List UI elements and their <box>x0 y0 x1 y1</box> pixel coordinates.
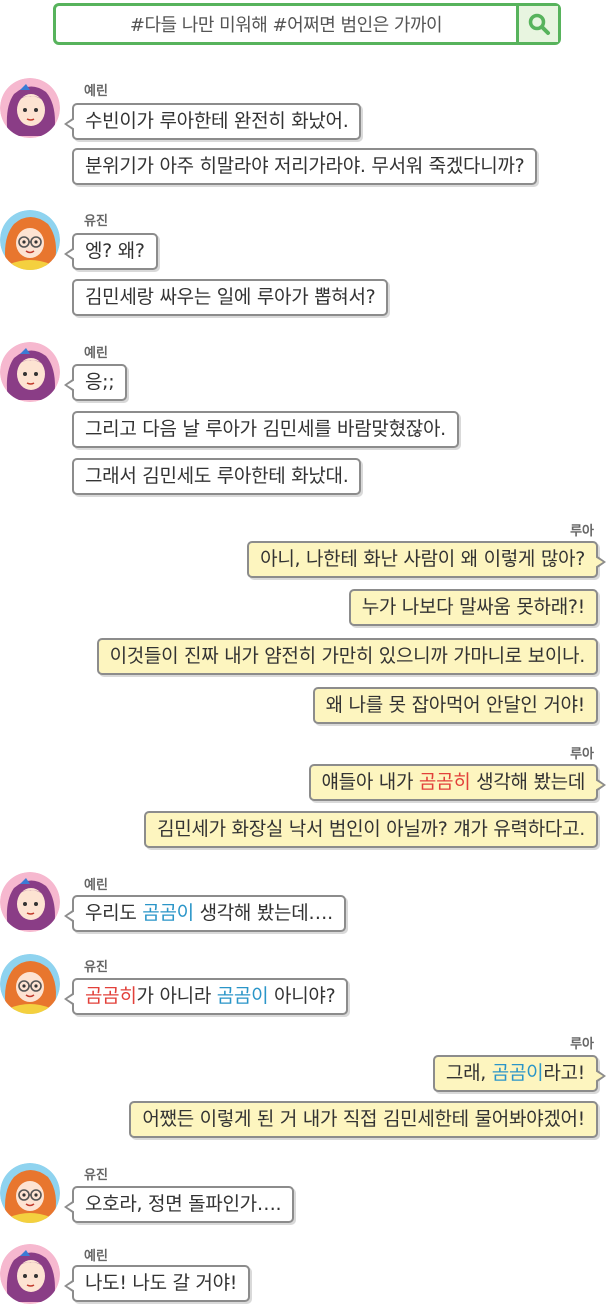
yerin-avatar[interactable] <box>0 78 60 138</box>
yujin-avatar[interactable] <box>0 210 60 270</box>
message-bubble: 김민세랑 싸우는 일에 루아가 뽑혀서? <box>72 279 389 316</box>
yerin-avatar[interactable] <box>0 872 60 932</box>
message-text: 아니야? <box>268 985 336 1007</box>
message-text: 이것들이 진짜 내가 얌전히 가만히 있으니까 가마니로 보이나. <box>109 645 586 667</box>
message-bubble: 엥? 왜? <box>64 233 158 270</box>
message-bubble: 수빈이가 루아한테 완전히 화났어. <box>63 103 362 140</box>
message-bubble: 우리도 곰곰이 생각해 봤는데…. <box>64 895 346 932</box>
message-bubble: 분위기가 아주 히말라야 저리가라야. 무서워 죽겠다니까? <box>72 148 538 185</box>
message-text: 오호라, 정면 돌파인가…. <box>85 1193 282 1215</box>
sender-name-yujin: 유진 <box>84 214 108 229</box>
message-text: 엥? 왜? <box>85 240 145 262</box>
message-text: 어쨌든 이렇게 된 거 내가 직접 김민세한테 물어봐야겠어! <box>142 1108 585 1130</box>
message-bubble: 오호라, 정면 돌파인가…. <box>63 1186 295 1223</box>
message-text: 분위기가 아주 히말라야 저리가라야. 무서워 죽겠다니까? <box>85 155 525 177</box>
message-text: 김민세가 화장실 낙서 범인이 아닐까? 걔가 유력하다고. <box>157 818 585 840</box>
highlight-word-wrong: 곰곰히 <box>418 771 471 793</box>
message-bubble: 이것들이 진짜 내가 얌전히 가만히 있으니까 가마니로 보이나. <box>96 638 598 675</box>
message-text: 라고! <box>543 1062 585 1084</box>
message-text: 그리고 다음 날 루아가 김민세를 바람맞혔잖아. <box>85 418 446 440</box>
message-text: 누가 나보다 말싸움 못하래?! <box>361 596 586 618</box>
message-bubble: 그리고 다음 날 루아가 김민세를 바람맞혔잖아. <box>72 411 459 448</box>
message-bubble: 김민세가 화장실 낙서 범인이 아닐까? 걔가 유력하다고. <box>144 811 598 848</box>
search-bar[interactable]: #다들 나만 미워해 #어쩌면 범인은 가까이 <box>53 3 561 45</box>
message-text: 우리도 <box>85 902 143 924</box>
yujin-avatar[interactable] <box>0 1163 60 1223</box>
message-bubble: 아니, 나한테 화난 사람이 왜 이렇게 많아? <box>247 541 606 578</box>
sender-name-rua: 루아 <box>570 747 594 762</box>
sender-name-yerin: 예린 <box>84 346 108 361</box>
search-input[interactable]: #다들 나만 미워해 #어쩌면 범인은 가까이 <box>56 11 516 37</box>
message-bubble: 응;; <box>63 364 128 401</box>
message-bubble: 나도! 나도 갈 거야! <box>63 1265 251 1302</box>
sender-name-rua: 루아 <box>570 524 594 539</box>
yujin-avatar[interactable] <box>0 954 60 1014</box>
message-text: 응;; <box>85 371 115 393</box>
message-text: 생각해 봤는데…. <box>193 902 334 924</box>
sender-name-yujin: 유진 <box>84 960 108 975</box>
sender-name-yerin: 예린 <box>84 878 108 893</box>
message-text: 얘들아 내가 <box>321 771 419 793</box>
message-bubble: 그래서 김민세도 루아한테 화났대. <box>72 458 362 495</box>
message-text: 수빈이가 루아한테 완전히 화났어. <box>85 110 349 132</box>
message-text: 그래, <box>445 1062 492 1084</box>
message-bubble: 어쨌든 이렇게 된 거 내가 직접 김민세한테 물어봐야겠어! <box>129 1101 598 1138</box>
message-text: 가 아니라 <box>136 985 217 1007</box>
message-text: 생각해 봤는데 <box>470 771 585 793</box>
message-text: 그래서 김민세도 루아한테 화났대. <box>85 465 349 487</box>
highlight-word-correct: 곰곰이 <box>142 902 194 924</box>
message-bubble: 그래, 곰곰이라고! <box>432 1055 607 1092</box>
search-icon <box>528 13 550 35</box>
sender-name-yerin: 예린 <box>84 1249 108 1264</box>
message-text: 나도! 나도 갈 거야! <box>85 1272 238 1294</box>
message-bubble: 얘들아 내가 곰곰히 생각해 봤는데 <box>308 764 606 801</box>
message-text: 왜 나를 못 잡아먹어 안달인 거야! <box>325 694 586 716</box>
highlight-word-correct: 곰곰이 <box>216 985 269 1007</box>
message-bubble: 곰곰히가 아니라 곰곰이 아니야? <box>63 978 349 1015</box>
message-text: 아니, 나한테 화난 사람이 왜 이렇게 많아? <box>260 548 585 570</box>
message-text: 김민세랑 싸우는 일에 루아가 뽑혀서? <box>85 286 376 308</box>
sender-name-yerin: 예린 <box>84 84 108 99</box>
message-bubble: 왜 나를 못 잡아먹어 안달인 거야! <box>312 687 598 724</box>
sender-name-yujin: 유진 <box>84 1168 108 1183</box>
sender-name-rua: 루아 <box>570 1037 594 1052</box>
yerin-avatar[interactable] <box>0 1244 60 1304</box>
search-button[interactable] <box>516 6 558 42</box>
highlight-word-wrong: 곰곰히 <box>85 985 137 1007</box>
message-bubble: 누가 나보다 말싸움 못하래?! <box>348 589 598 626</box>
highlight-word-correct: 곰곰이 <box>491 1062 544 1084</box>
yerin-avatar[interactable] <box>0 342 60 402</box>
